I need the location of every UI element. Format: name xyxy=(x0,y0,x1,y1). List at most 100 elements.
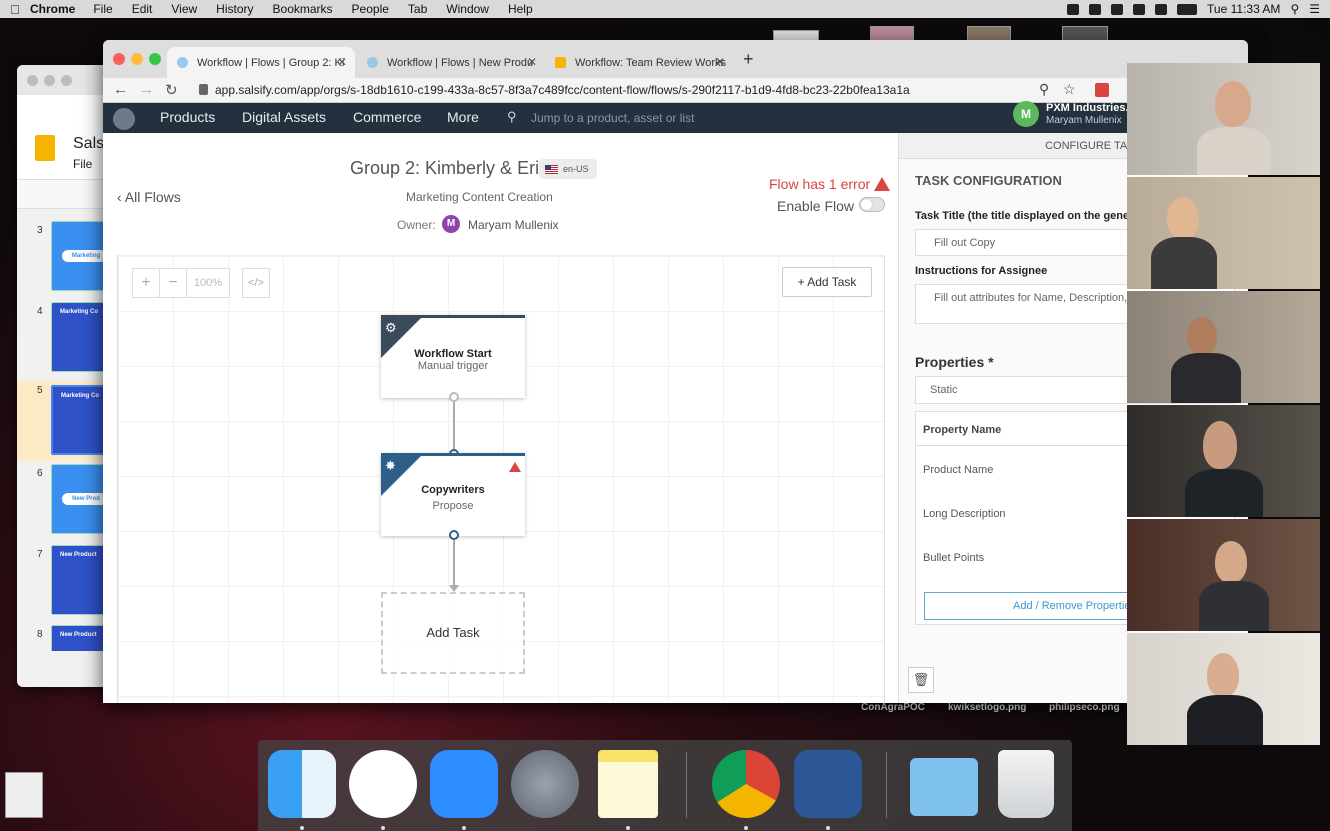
zoom-icon[interactable] xyxy=(430,750,498,818)
close-tab-icon[interactable]: ✕ xyxy=(527,55,537,69)
tab-team-review[interactable]: Workflow: Team Review Works ✕ xyxy=(545,47,733,78)
participant-video[interactable] xyxy=(1127,291,1320,403)
menu-history[interactable]: History xyxy=(216,2,253,16)
menu-people[interactable]: People xyxy=(352,2,389,16)
apple-icon[interactable]:  xyxy=(0,2,30,17)
workflow-start-node[interactable]: ⚙ Workflow Start Manual trigger xyxy=(381,315,525,398)
minimize-window-icon[interactable] xyxy=(131,53,143,65)
notification-center-icon[interactable]: ☰ xyxy=(1309,2,1320,16)
nav-products[interactable]: Products xyxy=(160,109,215,125)
slack-status-icon[interactable] xyxy=(1089,3,1102,15)
nav-commerce[interactable]: Commerce xyxy=(353,109,421,125)
zoom-window-icon[interactable] xyxy=(149,53,161,65)
warning-icon xyxy=(874,177,891,191)
slides-menu-file[interactable]: File xyxy=(73,157,92,171)
tool-status-icon[interactable] xyxy=(1111,3,1124,15)
delete-task-button[interactable]: 🗑 xyxy=(908,667,934,693)
all-flows-link[interactable]: ‹ All Flows xyxy=(117,189,181,205)
property-row[interactable]: Bullet Points xyxy=(923,552,984,564)
running-indicator xyxy=(300,826,304,830)
participant-video[interactable] xyxy=(1127,519,1320,631)
downloads-folder-icon[interactable] xyxy=(910,758,978,816)
code-view-button[interactable]: </> xyxy=(242,268,270,298)
slide-number: 5 xyxy=(37,385,43,396)
close-tab-icon[interactable]: ✕ xyxy=(715,55,725,69)
nav-more[interactable]: More xyxy=(447,109,479,125)
wifi-icon[interactable] xyxy=(1155,3,1168,15)
global-search-input[interactable] xyxy=(531,108,791,128)
chrome-icon[interactable] xyxy=(712,750,780,818)
bookmark-star-icon[interactable]: ☆ xyxy=(1063,81,1076,98)
zoom-window-icon[interactable] xyxy=(61,74,72,86)
url-field[interactable]: app.salsify.com/app/orgs/s-18db1610-c199… xyxy=(215,83,910,97)
mac-dock xyxy=(258,740,1072,831)
finder-icon[interactable] xyxy=(268,750,336,818)
spotlight-search-icon[interactable]: ⚲ xyxy=(1290,2,1299,16)
tab-flow-new-product[interactable]: Workflow | Flows | New Produ ✕ xyxy=(357,47,545,78)
tab-flow-group-2[interactable]: Workflow | Flows | Group 2: Ki ✕ xyxy=(167,47,355,78)
salsify-logo-icon[interactable] xyxy=(113,108,135,130)
back-icon[interactable]: ← xyxy=(113,81,128,98)
extension-icon[interactable] xyxy=(1095,83,1109,97)
add-task-placeholder[interactable]: Add Task xyxy=(381,592,525,674)
close-tab-icon[interactable]: ✕ xyxy=(337,55,347,69)
participant-face xyxy=(1215,81,1251,127)
zoom-out-button[interactable]: − xyxy=(160,269,187,297)
nav-digital-assets[interactable]: Digital Assets xyxy=(242,109,326,125)
add-task-button[interactable]: + Add Task xyxy=(782,267,872,297)
locale-badge[interactable]: en-US xyxy=(539,159,597,179)
enable-flow-toggle[interactable] xyxy=(859,197,885,212)
flow-canvas[interactable]: + − 100% </> + Add Task ⚙ Workflow Start… xyxy=(117,255,885,703)
trash-icon[interactable] xyxy=(998,750,1054,818)
close-window-icon[interactable] xyxy=(27,74,38,86)
reload-icon[interactable]: ↻ xyxy=(165,81,178,99)
app-top-nav: Products Digital Assets Commerce More ⚲ … xyxy=(103,101,1248,133)
launchpad-icon[interactable] xyxy=(511,750,579,818)
battery-icon[interactable] xyxy=(1177,3,1198,15)
participant-face xyxy=(1215,541,1247,583)
menubar-clock[interactable]: Tue 11:33 AM xyxy=(1207,2,1280,16)
forward-icon[interactable]: → xyxy=(139,81,154,98)
dock-separator xyxy=(886,752,887,818)
menu-window[interactable]: Window xyxy=(446,2,489,16)
node-output-port[interactable] xyxy=(449,392,459,402)
menu-bookmarks[interactable]: Bookmarks xyxy=(273,2,333,16)
menu-file[interactable]: File xyxy=(93,2,112,16)
slack-icon[interactable] xyxy=(349,750,417,818)
desktop-file-label[interactable]: philipseco.png xyxy=(1049,702,1120,713)
status-icon[interactable] xyxy=(1067,3,1080,15)
menu-view[interactable]: View xyxy=(171,2,197,16)
org-name[interactable]: PXM Industries... xyxy=(1046,102,1135,114)
lock-icon[interactable] xyxy=(199,84,208,95)
property-row[interactable]: Product Name xyxy=(923,464,993,476)
gear-icon: ⚙ xyxy=(385,320,397,335)
participant-video[interactable] xyxy=(1127,405,1320,517)
slide-thumb-text: Marketing Co xyxy=(61,393,100,399)
notes-icon[interactable] xyxy=(598,750,658,818)
running-indicator xyxy=(462,826,466,830)
zoom-in-button[interactable]: + xyxy=(133,269,160,297)
participant-video[interactable] xyxy=(1127,633,1320,745)
menu-tab[interactable]: Tab xyxy=(408,2,427,16)
zoom-icon[interactable]: ⚲ xyxy=(1039,81,1049,98)
property-row[interactable]: Long Description xyxy=(923,508,1006,520)
minimize-window-icon[interactable] xyxy=(44,74,55,86)
copywriters-node[interactable]: ✸ Copywriters Propose xyxy=(381,453,525,536)
word-icon[interactable] xyxy=(794,750,862,818)
task-configuration-heading: TASK CONFIGURATION xyxy=(915,173,1062,188)
participant-video[interactable] xyxy=(1127,63,1320,175)
desktop-file-label[interactable]: ConAgraPOC xyxy=(861,702,925,713)
desktop-file-icon[interactable] xyxy=(5,772,43,818)
desktop-file-label[interactable]: kwiksetlogo.png xyxy=(948,702,1026,713)
new-tab-icon[interactable]: + xyxy=(743,49,754,70)
menu-help[interactable]: Help xyxy=(508,2,533,16)
flow-error-status[interactable]: Flow has 1 error xyxy=(769,176,891,192)
slide-thumb-text: Marketing Co xyxy=(60,309,99,315)
org-avatar[interactable]: M xyxy=(1013,101,1039,127)
bluetooth-icon[interactable] xyxy=(1133,3,1146,15)
participant-video[interactable] xyxy=(1127,177,1320,289)
close-window-icon[interactable] xyxy=(113,53,125,65)
node-output-port[interactable] xyxy=(449,530,459,540)
menu-edit[interactable]: Edit xyxy=(132,2,153,16)
menubar-app-name[interactable]: Chrome xyxy=(30,2,75,16)
